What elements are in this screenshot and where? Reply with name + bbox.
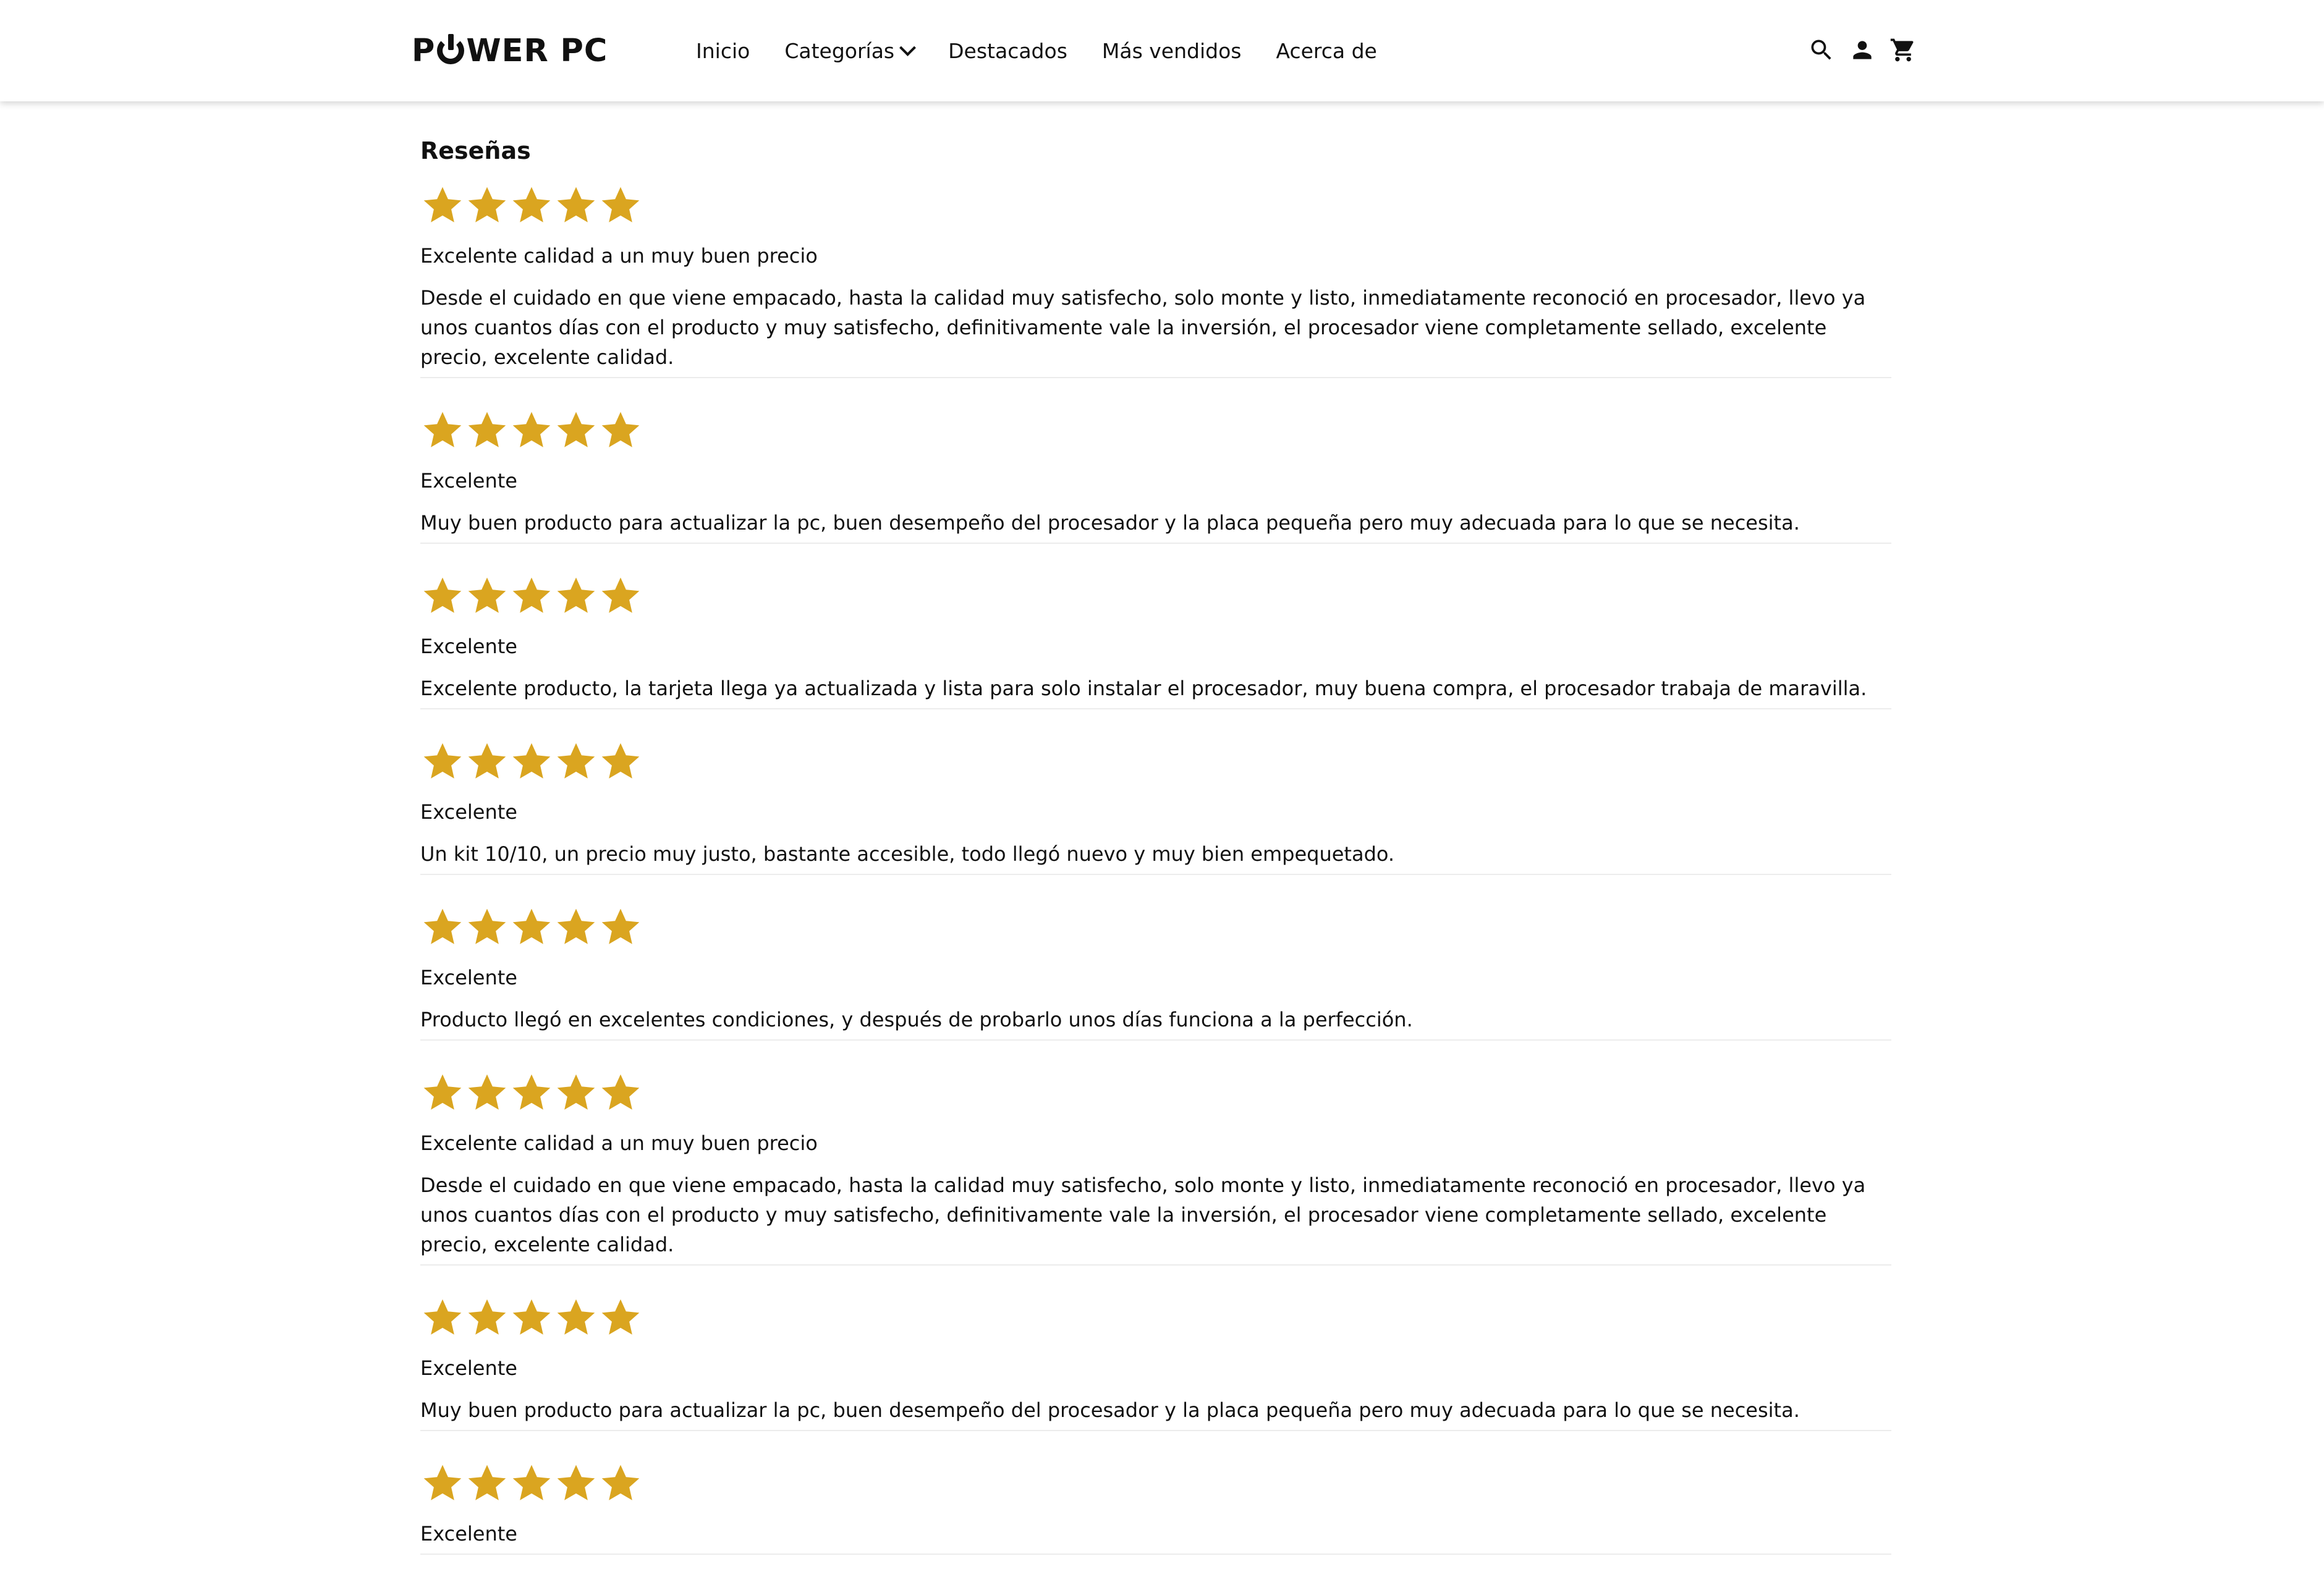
star-icon (465, 905, 509, 949)
star-icon (554, 573, 598, 618)
star-icon (509, 1295, 554, 1340)
star-icon (465, 1295, 509, 1340)
star-rating (420, 566, 1891, 625)
top-navbar: P WER PC Inicio Categorías Destacados Más… (0, 0, 2324, 101)
nav-link-label: Más vendidos (1101, 38, 1242, 63)
review-item: Excelente Un kit 10/10, un precio muy jus… (420, 732, 1891, 875)
review-item: Excelente (420, 1453, 1891, 1555)
star-icon (554, 183, 598, 227)
review-title: Excelente (420, 800, 517, 824)
nav-link-categorias[interactable]: Categorías (784, 38, 917, 63)
star-rating (420, 1288, 1891, 1347)
review-text: Desde el cuidado en que viene empacado, … (420, 1173, 1866, 1256)
star-icon (420, 1070, 465, 1115)
star-icon (420, 183, 465, 227)
nav-link-destacados[interactable]: Destacados (948, 39, 1067, 63)
review-title: Excelente calidad a un muy buen precio (420, 1131, 818, 1155)
star-icon (598, 408, 643, 452)
star-icon (509, 573, 554, 618)
review-title: Excelente calidad a un muy buen precio (420, 244, 818, 268)
power-pc-logo[interactable]: P WER PC (412, 32, 608, 69)
review-title: Excelente (420, 635, 517, 658)
star-icon (465, 1070, 509, 1115)
nav-link-mas-vendidos[interactable]: Más vendidos (1102, 39, 1242, 63)
star-icon (420, 1461, 465, 1505)
review-item: Excelente Producto llegó en excelentes co… (420, 897, 1891, 1041)
star-rating (420, 897, 1891, 957)
chevron-down-icon (899, 39, 917, 56)
star-icon (465, 408, 509, 452)
star-icon (598, 905, 643, 949)
review-title: Excelente (420, 1522, 517, 1545)
review-title: Excelente (420, 469, 517, 493)
star-icon (598, 1295, 643, 1340)
star-icon (465, 1461, 509, 1505)
star-icon (554, 1295, 598, 1340)
main-nav: Inicio Categorías Destacados Más vendido… (696, 32, 1377, 69)
star-icon (554, 739, 598, 784)
power-button-icon (437, 34, 465, 64)
star-rating (420, 1453, 1891, 1513)
user-icon[interactable] (1849, 36, 1876, 64)
star-icon (509, 183, 554, 227)
nav-link-inicio[interactable]: Inicio (696, 39, 750, 63)
review-item: Excelente calidad a un muy buen precio De… (420, 1063, 1891, 1266)
nav-link-label: Inicio (696, 38, 750, 63)
cart-icon[interactable] (1889, 36, 1917, 64)
star-icon (420, 905, 465, 949)
star-icon (554, 1461, 598, 1505)
star-icon (465, 739, 509, 784)
nav-icon-group (1808, 35, 1917, 66)
star-icon (554, 408, 598, 452)
star-icon (598, 1461, 643, 1505)
star-icon (598, 573, 643, 618)
nav-link-acerca-de[interactable]: Acerca de (1276, 39, 1376, 63)
reviews-section: Reseñas Excelente calidad a un muy buen … (420, 131, 1891, 1577)
star-rating (420, 732, 1891, 791)
nav-link-label: Acerca de (1276, 38, 1377, 63)
review-text: Excelente producto, la tarjeta llega ya … (420, 677, 1867, 700)
star-icon (509, 1070, 554, 1115)
review-text: Producto llegó en excelentes condiciones… (420, 1008, 1413, 1031)
review-item: Excelente Excelente producto, la tarjeta … (420, 566, 1891, 709)
star-rating (420, 175, 1891, 235)
star-icon (554, 1070, 598, 1115)
reviews-heading: Reseñas (420, 137, 531, 164)
search-icon[interactable] (1808, 36, 1835, 64)
review-item: Excelente Muy buen producto para actualiz… (420, 1288, 1891, 1431)
star-icon (598, 1070, 643, 1115)
star-icon (420, 739, 465, 784)
star-icon (509, 1461, 554, 1505)
star-icon (598, 183, 643, 227)
review-text: Muy buen producto para actualizar la pc,… (420, 511, 1800, 535)
star-icon (465, 573, 509, 618)
review-item: Excelente calidad a un muy buen precio De… (420, 175, 1891, 378)
review-title: Excelente (420, 966, 517, 989)
star-rating (420, 1063, 1891, 1122)
star-icon (420, 408, 465, 452)
star-icon (554, 905, 598, 949)
logo-text-rest: WER PC (466, 32, 608, 69)
logo-letter-p: P (412, 32, 436, 69)
star-icon (509, 905, 554, 949)
reviews-list: Excelente calidad a un muy buen precio De… (420, 175, 1891, 1555)
star-icon (509, 408, 554, 452)
star-icon (509, 739, 554, 784)
review-title: Excelente (420, 1356, 517, 1380)
star-rating (420, 400, 1891, 460)
star-icon (598, 739, 643, 784)
star-icon (420, 573, 465, 618)
nav-link-label: Categorías (784, 38, 895, 63)
review-text: Un kit 10/10, un precio muy justo, basta… (420, 842, 1395, 866)
review-text: Desde el cuidado en que viene empacado, … (420, 286, 1866, 369)
review-text: Muy buen producto para actualizar la pc,… (420, 1398, 1800, 1422)
star-icon (465, 183, 509, 227)
review-item: Excelente Muy buen producto para actualiz… (420, 400, 1891, 544)
star-icon (420, 1295, 465, 1340)
nav-link-label: Destacados (948, 38, 1067, 63)
